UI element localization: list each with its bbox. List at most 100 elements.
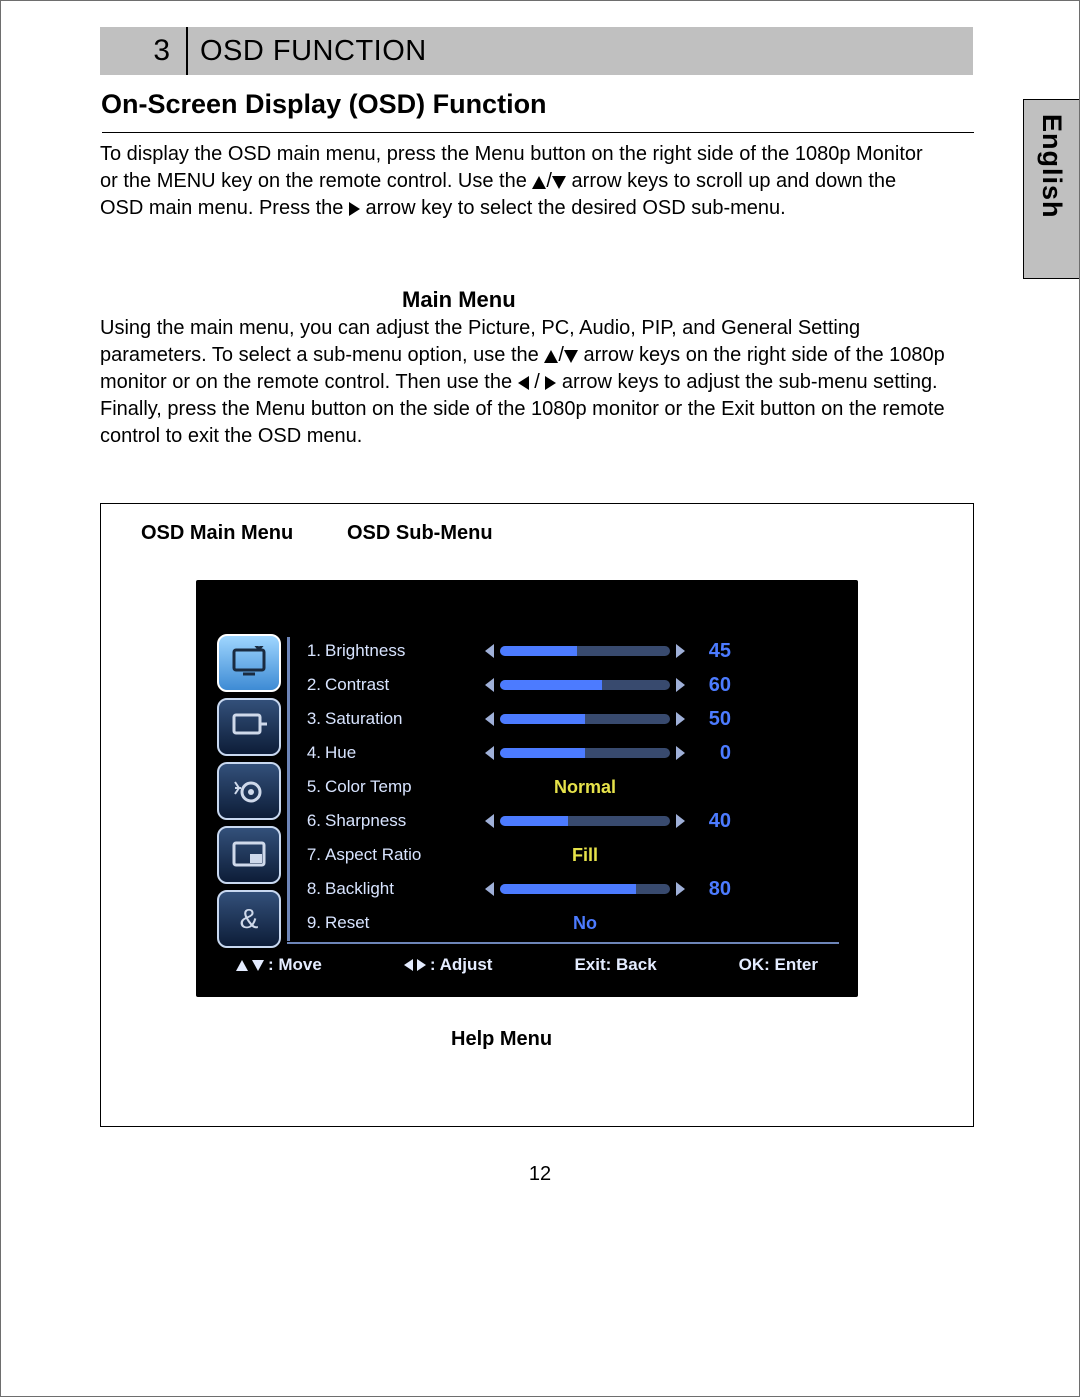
pip-icon[interactable] [217, 826, 281, 884]
row-control[interactable] [485, 813, 685, 829]
slider-track[interactable] [500, 643, 670, 659]
row-control[interactable] [485, 643, 685, 659]
row-text-value: Normal [485, 777, 685, 798]
figure-label-help: Help Menu [451, 1028, 552, 1051]
right-arrow-icon [417, 959, 426, 971]
row-label: Contrast [325, 675, 485, 695]
main-menu-paragraph: Using the main menu, you can adjust the … [100, 315, 958, 450]
chevron-right-icon[interactable] [676, 882, 685, 896]
right-arrow-icon [349, 202, 360, 216]
row-value: 50 [685, 708, 731, 731]
row-value: 80 [685, 878, 731, 901]
osd-figure-frame: OSD Main Menu OSD Sub-Menu & [100, 503, 974, 1127]
row-label: Aspect Ratio [325, 845, 485, 865]
chevron-right-icon[interactable] [676, 712, 685, 726]
help-ok: OK: Enter [739, 955, 818, 975]
chevron-left-icon[interactable] [485, 814, 494, 828]
page-number: 12 [1, 1163, 1079, 1186]
chevron-right-icon[interactable] [676, 814, 685, 828]
chapter-header: 3 OSD FUNCTION [100, 27, 973, 75]
ampersand-icon[interactable]: & [217, 890, 281, 948]
row-label: Color Temp [325, 777, 485, 797]
intro-text-3: arrow key to select the desired OSD sub-… [366, 197, 786, 219]
row-number: 7. [301, 845, 321, 865]
row-value: 45 [685, 640, 731, 663]
osd-panel: & 1.Brightness452.Contrast603.Saturation… [196, 580, 858, 997]
chevron-right-icon[interactable] [676, 746, 685, 760]
row-control[interactable] [485, 881, 685, 897]
osd-setting-row[interactable]: 4.Hue 0 [301, 736, 841, 770]
osd-help-bar: : Move : Adjust Exit: Back OK: Enter [236, 955, 818, 975]
row-number: 9. [301, 913, 321, 933]
down-arrow-icon [252, 960, 264, 971]
chapter-number-box: 3 [100, 27, 186, 75]
osd-main-menu-column: & [217, 634, 279, 954]
chevron-left-icon[interactable] [485, 882, 494, 896]
row-label: Sharpness [325, 811, 485, 831]
osd-setting-row[interactable]: 9.ResetNo [301, 906, 841, 940]
row-text-value: No [485, 913, 685, 934]
up-arrow-icon [532, 176, 546, 189]
chevron-right-icon[interactable] [676, 644, 685, 658]
row-label: Backlight [325, 879, 485, 899]
help-exit: Exit: Back [574, 955, 656, 975]
section-heading: On-Screen Display (OSD) Function [101, 89, 975, 120]
left-arrow-icon [404, 959, 413, 971]
row-control[interactable]: Fill [485, 845, 685, 866]
help-adjust: : Adjust [404, 955, 493, 975]
row-number: 6. [301, 811, 321, 831]
chapter-title: OSD FUNCTION [200, 35, 427, 68]
chevron-left-icon[interactable] [485, 712, 494, 726]
row-number: 4. [301, 743, 321, 763]
down-arrow-icon [564, 350, 578, 363]
row-number: 1. [301, 641, 321, 661]
up-arrow-icon [544, 350, 558, 363]
osd-underline [287, 942, 839, 944]
row-label: Hue [325, 743, 485, 763]
slider-track[interactable] [500, 677, 670, 693]
chapter-title-box: OSD FUNCTION [188, 27, 973, 75]
chevron-right-icon[interactable] [676, 678, 685, 692]
row-control[interactable]: Normal [485, 777, 685, 798]
help-move: : Move [236, 955, 322, 975]
row-control[interactable]: No [485, 913, 685, 934]
audio-icon[interactable] [217, 762, 281, 820]
row-value: 40 [685, 810, 731, 833]
slider-track[interactable] [500, 881, 670, 897]
language-label: English [1036, 114, 1067, 219]
row-number: 3. [301, 709, 321, 729]
intro-paragraph: To display the OSD main menu, press the … [100, 141, 940, 222]
row-label: Saturation [325, 709, 485, 729]
picture-icon[interactable] [217, 634, 281, 692]
row-value: 0 [685, 742, 731, 765]
row-label: Brightness [325, 641, 485, 661]
osd-setting-row[interactable]: 3.Saturation 50 [301, 702, 841, 736]
slider-track[interactable] [500, 745, 670, 761]
chapter-number: 3 [153, 34, 170, 68]
osd-setting-row[interactable]: 7.Aspect RatioFill [301, 838, 841, 872]
osd-sub-menu: 1.Brightness 45 2.Contrast60 3.Saturation 50… [301, 634, 841, 940]
up-arrow-icon [236, 960, 248, 971]
row-control[interactable] [485, 711, 685, 727]
section-rule [102, 132, 974, 133]
pc-icon[interactable] [217, 698, 281, 756]
row-label: Reset [325, 913, 485, 933]
manual-page: 3 OSD FUNCTION English On-Screen Display… [0, 0, 1080, 1397]
chevron-left-icon[interactable] [485, 644, 494, 658]
figure-label-main: OSD Main Menu [141, 522, 293, 545]
osd-setting-row[interactable]: 5.Color TempNormal [301, 770, 841, 804]
osd-setting-row[interactable]: 1.Brightness 45 [301, 634, 841, 668]
row-control[interactable] [485, 745, 685, 761]
language-tab: English [1023, 99, 1079, 279]
osd-divider [287, 637, 290, 941]
osd-setting-row[interactable]: 8.Backlight80 [301, 872, 841, 906]
osd-setting-row[interactable]: 6.Sharpness 40 [301, 804, 841, 838]
chevron-left-icon[interactable] [485, 678, 494, 692]
row-number: 2. [301, 675, 321, 695]
chevron-left-icon[interactable] [485, 746, 494, 760]
row-control[interactable] [485, 677, 685, 693]
slider-track[interactable] [500, 711, 670, 727]
osd-setting-row[interactable]: 2.Contrast60 [301, 668, 841, 702]
main-menu-heading: Main Menu [402, 287, 516, 313]
slider-track[interactable] [500, 813, 670, 829]
